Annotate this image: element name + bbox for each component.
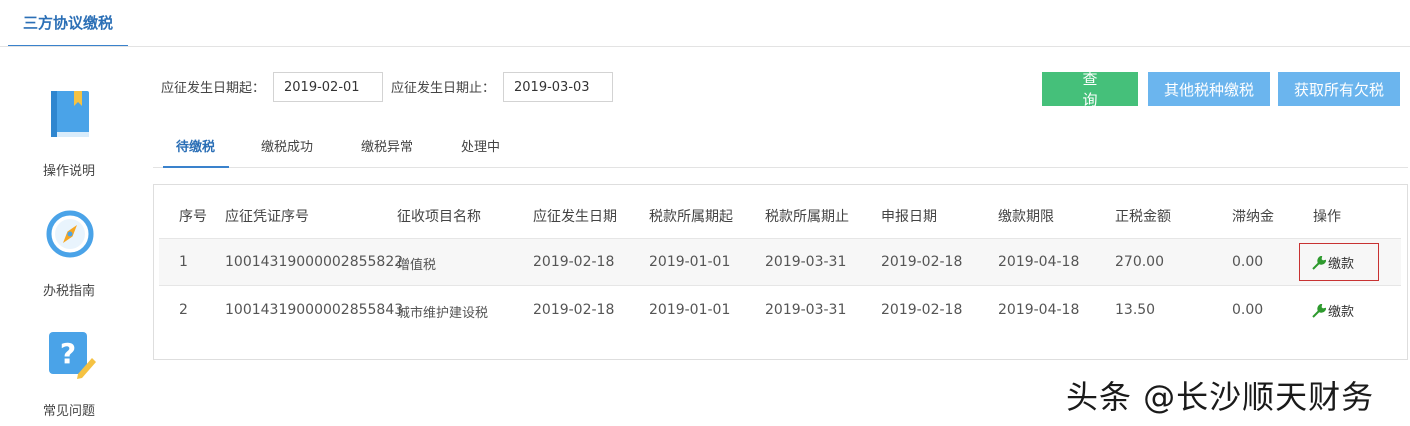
column-header: 征收项目名称 (397, 209, 481, 225)
cell-period-end: 2019-03-31 (765, 254, 847, 270)
active-tab-indicator (163, 166, 229, 168)
column-header: 缴款期限 (998, 209, 1054, 225)
cell-no: 2 (179, 302, 188, 318)
start-date-label: 应征发生日期起： (161, 81, 266, 96)
svg-text:?: ? (60, 337, 76, 370)
cell-period-start: 2019-01-01 (649, 302, 731, 318)
cell-declare-date: 2019-02-18 (881, 254, 963, 270)
column-header: 操作 (1313, 209, 1341, 225)
sidebar-item-faq[interactable]: ? 常见问题 (0, 328, 138, 420)
cell-voucher: 10014319000002855822 (225, 254, 404, 270)
column-header: 滞纳金 (1232, 209, 1274, 225)
sidebar-item-instructions[interactable]: 操作说明 (0, 88, 138, 180)
question-icon: ? (44, 328, 96, 380)
query-button[interactable]: 查询 (1042, 70, 1138, 109)
header-divider (0, 46, 1410, 47)
column-header: 税款所属期起 (649, 209, 733, 225)
column-header: 正税金额 (1115, 209, 1171, 225)
cell-amount: 13.50 (1115, 302, 1156, 318)
wrench-icon (1312, 303, 1326, 318)
end-date-label: 应征发生日期止： (391, 81, 496, 96)
cell-declare-date: 2019-02-18 (881, 302, 963, 318)
tab-three-party-tax[interactable]: 三方协议缴税 (8, 0, 128, 47)
pay-button[interactable]: 缴款 (1312, 301, 1354, 320)
sidebar-item-guide[interactable]: 办税指南 (0, 208, 138, 300)
tab-processing[interactable]: 处理中 (461, 136, 500, 155)
cell-no: 1 (179, 254, 188, 270)
cell-occur-date: 2019-02-18 (533, 254, 615, 270)
cell-late-fee: 0.00 (1232, 302, 1264, 318)
tab-error[interactable]: 缴税异常 (361, 136, 413, 155)
column-header: 序号 (179, 209, 207, 225)
pay-label: 缴款 (1328, 257, 1355, 272)
cell-deadline: 2019-04-18 (998, 254, 1080, 270)
cell-amount: 270.00 (1115, 254, 1164, 270)
tab-success[interactable]: 缴税成功 (261, 136, 313, 155)
tabs-divider (153, 167, 1408, 168)
cell-deadline: 2019-04-18 (998, 302, 1080, 318)
cell-item: 城市维护建设税 (397, 306, 489, 321)
sidebar-item-label: 常见问题 (42, 404, 95, 419)
sidebar-item-label: 办税指南 (42, 284, 95, 299)
tab-pending[interactable]: 待缴税 (176, 136, 215, 155)
cell-voucher: 10014319000002855843 (225, 302, 404, 318)
fetch-all-debts-button[interactable]: 获取所有欠税 (1278, 72, 1400, 106)
column-header: 税款所属期止 (765, 209, 849, 225)
column-header: 应征发生日期 (533, 209, 617, 225)
other-tax-button[interactable]: 其他税种缴税 (1148, 72, 1270, 106)
wrench-icon (1312, 255, 1326, 270)
book-icon (44, 88, 96, 140)
cell-late-fee: 0.00 (1232, 254, 1264, 270)
cell-occur-date: 2019-02-18 (533, 302, 615, 318)
pay-label: 缴款 (1328, 305, 1355, 320)
pay-button[interactable]: 缴款 (1312, 253, 1354, 272)
start-date-input[interactable] (273, 72, 383, 102)
cell-period-start: 2019-01-01 (649, 254, 731, 270)
sidebar-item-label: 操作说明 (42, 164, 95, 179)
column-header: 申报日期 (881, 209, 937, 225)
end-date-input[interactable] (503, 72, 613, 102)
cell-item: 增值税 (397, 258, 437, 273)
cell-period-end: 2019-03-31 (765, 302, 847, 318)
compass-icon (44, 208, 96, 260)
watermark: 头条 @长沙顺天财务 (1066, 378, 1375, 416)
column-header: 应征凭证序号 (225, 209, 309, 225)
